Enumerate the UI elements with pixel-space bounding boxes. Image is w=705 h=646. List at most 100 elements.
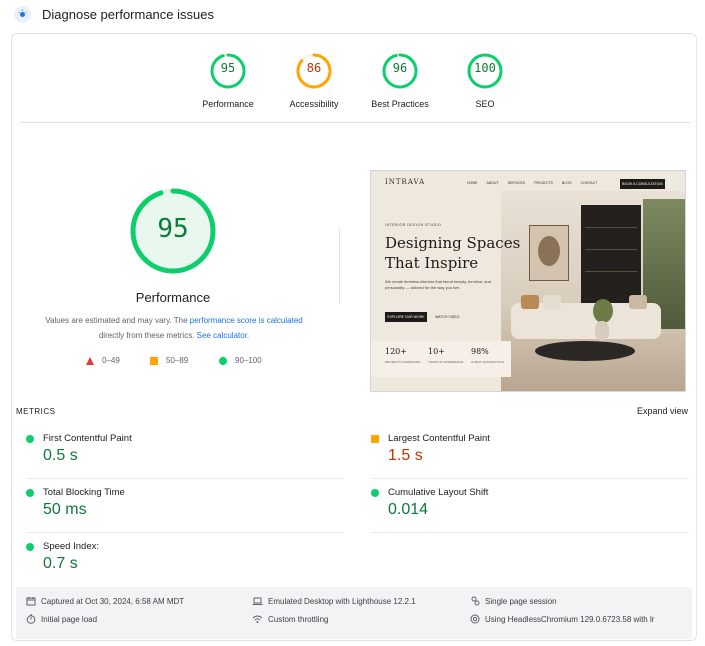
- site-link: CONTACT: [580, 181, 598, 185]
- headline-line: Designing Spaces: [385, 234, 521, 252]
- final-screenshot[interactable]: INTRAVA HOME ABOUT SERVICES PROJECTS BLO…: [370, 170, 686, 392]
- stat-label: YEARS OF EXPERIENCE: [428, 360, 464, 364]
- emulated-device: Emulated Desktop with Lighthouse 12.2.1: [252, 596, 416, 606]
- legend-fail: 0–49: [86, 356, 120, 365]
- metric-name: Total Blocking Time: [43, 487, 125, 498]
- page-load: Initial page load: [26, 614, 97, 624]
- divider: [26, 478, 344, 479]
- divider: [26, 532, 344, 533]
- metric-value: 50 ms: [43, 501, 87, 518]
- stat-value: 98%: [471, 347, 489, 356]
- report-card: 95 Performance 86 Accessibility 96 Best …: [11, 33, 697, 641]
- site-nav: INTRAVA HOME ABOUT SERVICES PROJECTS BLO…: [371, 171, 685, 195]
- legend-average: 50–89: [150, 356, 188, 365]
- metric-name: Largest Contentful Paint: [388, 433, 490, 444]
- pillow: [521, 295, 539, 309]
- score-gauge-performance[interactable]: 95 Performance: [183, 51, 273, 109]
- laptop-icon: [252, 597, 263, 605]
- metric-value: 0.7 s: [43, 555, 78, 572]
- pass-circle-icon: [371, 489, 379, 497]
- metric-value: 0.5 s: [43, 447, 78, 464]
- expand-view-button[interactable]: Expand view: [637, 406, 688, 416]
- legend-range: 50–89: [166, 356, 189, 365]
- legend-pass: 90–100: [219, 356, 262, 365]
- note-text: directly from these metrics.: [98, 331, 197, 340]
- site-stat: 98% CLIENT SATISFACTION: [471, 347, 504, 364]
- site-links: HOME ABOUT SERVICES PROJECTS BLOG CONTAC…: [467, 181, 597, 185]
- wifi-icon: [252, 615, 263, 623]
- throttling: Custom throttling: [252, 614, 328, 624]
- average-square-icon: [371, 435, 379, 443]
- metric-value: 0.014: [388, 501, 429, 518]
- note-text: Values are estimated and may vary. The: [45, 316, 190, 325]
- site-headline: Designing Spaces That Inspire: [385, 233, 525, 273]
- metrics-header: METRICS: [16, 407, 56, 416]
- score-note: Values are estimated and may vary. The p…: [34, 313, 314, 343]
- site-button-primary: EXPLORE OUR WORK: [385, 312, 427, 322]
- captured-text: Captured at Oct 30, 2024, 6:58 AM MDT: [41, 596, 185, 606]
- site-cta: BOOK A CONSULTATION: [620, 179, 665, 189]
- session-icon: [471, 596, 480, 606]
- site-link: PROJECTS: [534, 181, 553, 185]
- score-calculated-link[interactable]: performance score is calculated: [190, 316, 303, 325]
- metric-value: 1.5 s: [388, 447, 423, 464]
- site-paragraph: We create timeless interiors that blend …: [385, 279, 491, 290]
- shelf: [581, 205, 641, 305]
- metric-speed-index: Speed Index: 0.7 s: [12, 535, 332, 587]
- coffee-table: [535, 341, 635, 361]
- divider: [20, 122, 690, 123]
- headline-line: That Inspire: [385, 254, 479, 272]
- score-value: 86: [306, 61, 322, 75]
- pass-circle-icon: [26, 435, 34, 443]
- session-type: Single page session: [470, 596, 557, 606]
- metric-fcp: First Contentful Paint 0.5 s: [12, 427, 344, 479]
- divider: [371, 478, 689, 479]
- plant: [593, 299, 613, 323]
- pillow: [629, 295, 647, 309]
- metric-name: First Contentful Paint: [43, 433, 132, 444]
- site-link: ABOUT: [486, 181, 499, 185]
- browser-icon: [470, 614, 480, 624]
- timer-icon: [26, 614, 36, 624]
- stat-value: 10+: [428, 347, 445, 356]
- pagespeed-logo-icon: [14, 6, 31, 23]
- square-icon: [150, 356, 158, 365]
- legend-range: 90–100: [235, 356, 262, 365]
- throttling-text: Custom throttling: [268, 614, 329, 624]
- metric-cls: Cumulative Layout Shift 0.014: [357, 481, 689, 533]
- metric-name: Cumulative Layout Shift: [388, 487, 489, 498]
- metric-tbt: Total Blocking Time 50 ms: [12, 481, 344, 533]
- stat-label: PROJECTS COMPLETED: [385, 360, 421, 364]
- score-gauge-seo[interactable]: 100 SEO: [440, 51, 530, 109]
- see-calculator-link[interactable]: See calculator.: [197, 331, 249, 340]
- performance-label: Performance: [135, 290, 211, 305]
- pillow: [543, 295, 561, 309]
- score-label: Best Practices: [371, 99, 429, 109]
- browser-text: Using HeadlessChromium 129.0.6723.58 wit…: [485, 614, 655, 624]
- score-value: 95: [220, 61, 236, 75]
- emulated-text: Emulated Desktop with Lighthouse 12.2.1: [268, 596, 416, 606]
- legend-range: 0–49: [102, 356, 120, 365]
- score-label: SEO: [475, 99, 495, 109]
- stat-label: CLIENT SATISFACTION: [471, 360, 504, 364]
- calendar-icon: [26, 597, 36, 606]
- score-gauge-accessibility[interactable]: 86 Accessibility: [269, 51, 359, 109]
- site-stat: 120+ PROJECTS COMPLETED: [385, 347, 421, 364]
- score-label: Accessibility: [289, 99, 339, 109]
- wall-art: [529, 225, 569, 281]
- score-value: 96: [392, 61, 408, 75]
- load-text: Initial page load: [41, 614, 98, 624]
- section-title: Diagnose performance issues: [42, 7, 214, 22]
- performance-gauge-large: 95: [128, 186, 218, 276]
- metric-lcp: Largest Contentful Paint 1.5 s: [357, 427, 689, 479]
- section-header: Diagnose performance issues: [0, 0, 705, 30]
- stat-value: 120+: [385, 347, 407, 356]
- triangle-icon: [86, 356, 94, 365]
- circle-icon: [219, 356, 227, 365]
- browser-version: Using HeadlessChromium 129.0.6723.58 wit…: [470, 614, 654, 624]
- pass-circle-icon: [26, 543, 34, 551]
- vase: [595, 321, 609, 341]
- site-stats: 120+ PROJECTS COMPLETED 10+ YEARS OF EXPER…: [371, 341, 511, 377]
- captured-at: Captured at Oct 30, 2024, 6:58 AM MDT: [26, 596, 184, 606]
- score-gauge-best-practices[interactable]: 96 Best Practices: [355, 51, 445, 109]
